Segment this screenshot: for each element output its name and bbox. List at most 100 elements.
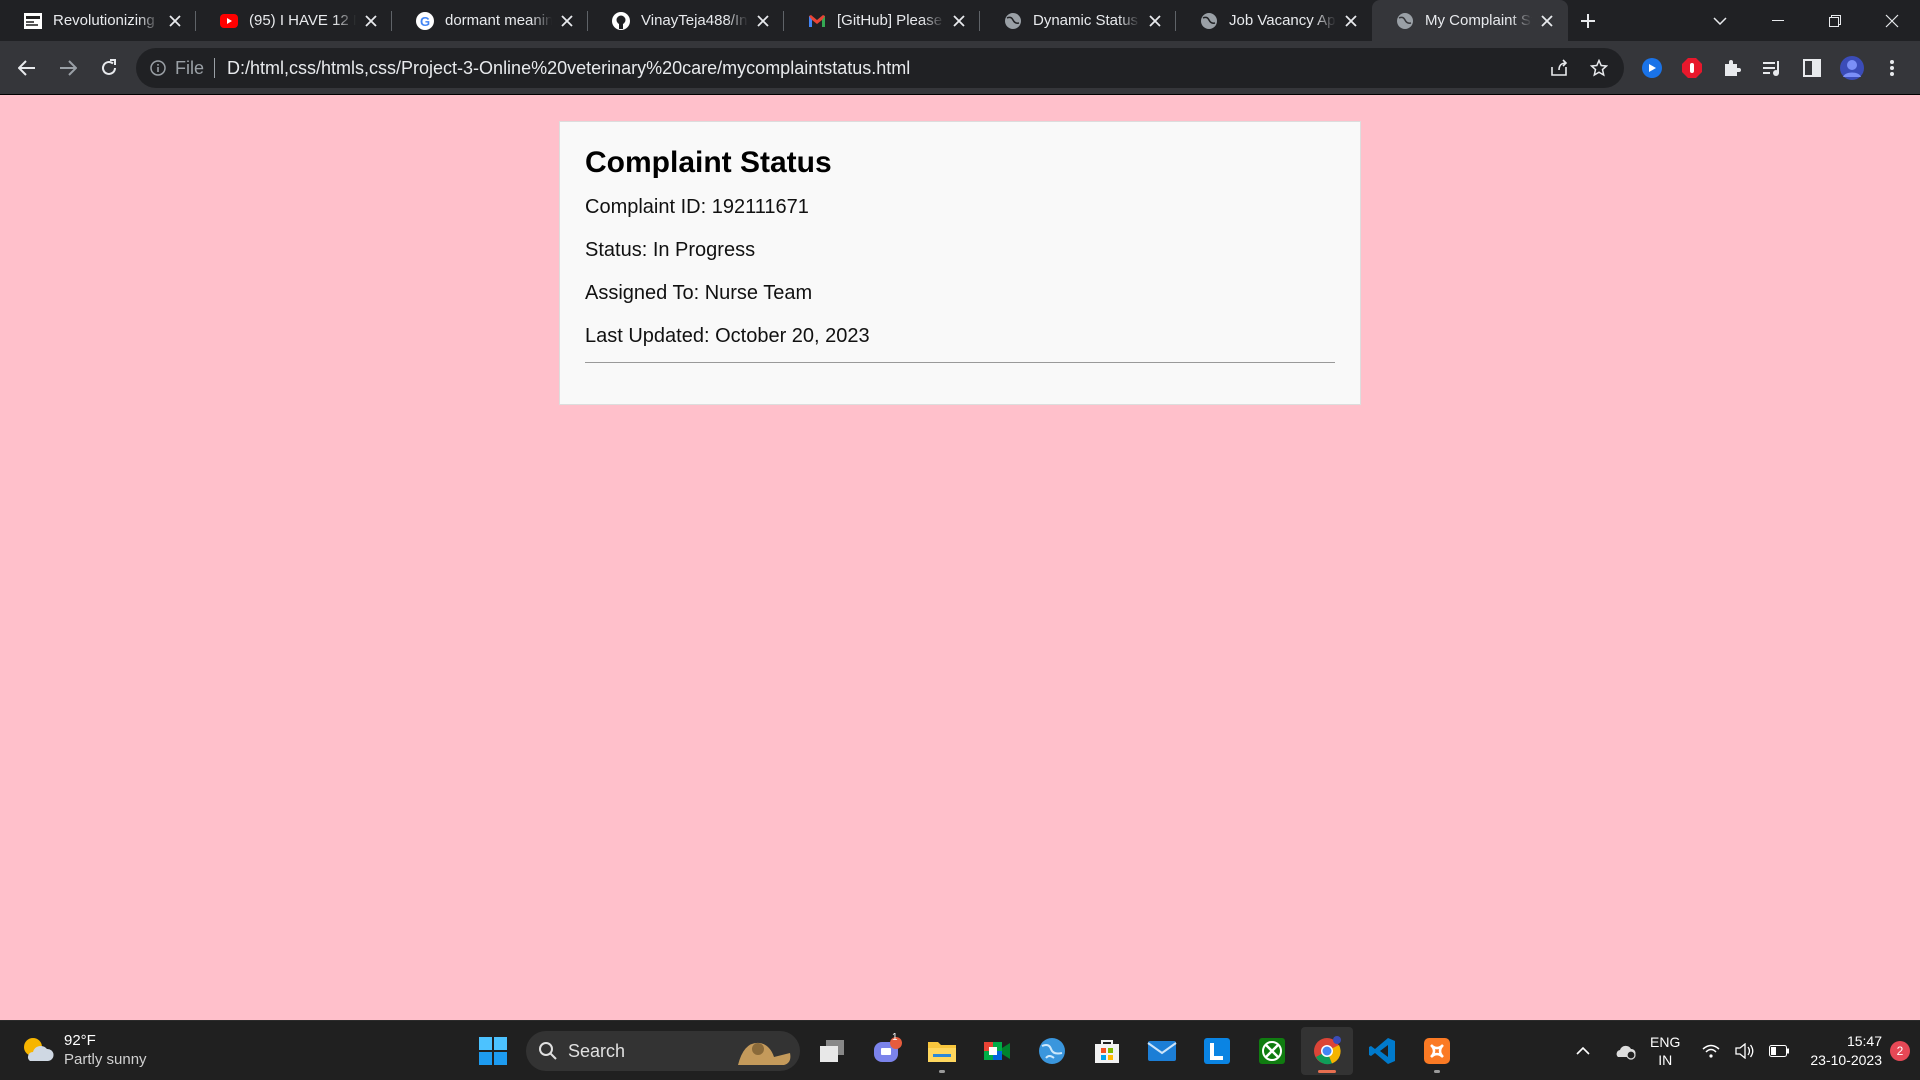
show-hidden-icons-button[interactable] xyxy=(1566,1031,1600,1071)
microsoft-store-button[interactable] xyxy=(1081,1027,1133,1075)
volume-button[interactable] xyxy=(1728,1031,1762,1071)
tab-strip: Revolutionizing t (95) I HAVE 12 M G dor… xyxy=(0,0,1920,41)
vscode-button[interactable] xyxy=(1356,1027,1408,1075)
divider xyxy=(585,362,1335,363)
close-icon[interactable] xyxy=(950,12,968,30)
side-panel-button[interactable] xyxy=(1792,48,1832,88)
close-icon[interactable] xyxy=(1146,12,1164,30)
browser-globe-button[interactable] xyxy=(1026,1027,1078,1075)
reload-button[interactable] xyxy=(89,48,129,88)
site-info-chip[interactable]: File xyxy=(150,58,204,79)
taskbar-search[interactable]: Search xyxy=(526,1031,800,1071)
url-text[interactable]: D:/html,css/htmls,css/Project-3-Online%2… xyxy=(227,58,910,79)
media-controls-button[interactable] xyxy=(1752,48,1792,88)
tab-gmail[interactable]: [GitHub] Please v xyxy=(784,0,980,41)
bookmark-button[interactable] xyxy=(1582,51,1616,85)
restore-icon xyxy=(1828,14,1841,27)
youtube-icon xyxy=(220,12,238,30)
notification-badge: 1 xyxy=(892,1032,898,1043)
start-button[interactable] xyxy=(467,1027,519,1075)
tab-revolutionizing[interactable]: Revolutionizing t xyxy=(0,0,196,41)
close-window-button[interactable] xyxy=(1863,0,1920,41)
share-icon xyxy=(1551,59,1568,76)
close-icon[interactable] xyxy=(1538,12,1556,30)
tab-title: (95) I HAVE 12 M xyxy=(249,12,356,29)
mail-button[interactable] xyxy=(1136,1027,1188,1075)
running-indicator xyxy=(939,1070,945,1073)
network-button[interactable] xyxy=(1694,1031,1728,1071)
close-icon[interactable] xyxy=(362,12,380,30)
news-icon xyxy=(24,12,42,30)
minimize-button[interactable] xyxy=(1749,0,1806,41)
tab-title: Revolutionizing t xyxy=(53,12,160,29)
file-explorer-button[interactable] xyxy=(916,1027,968,1075)
close-icon[interactable] xyxy=(558,12,576,30)
forward-button[interactable] xyxy=(48,48,88,88)
teams-chat-button[interactable]: 1 xyxy=(861,1027,913,1075)
address-bar[interactable]: File D:/html,css/htmls,css/Project-3-Onl… xyxy=(136,48,1624,88)
lang-region: IN xyxy=(1658,1052,1673,1068)
chevron-down-icon xyxy=(1713,16,1727,25)
onedrive-button[interactable] xyxy=(1608,1031,1642,1071)
kebab-menu-icon xyxy=(1890,60,1894,76)
share-button[interactable] xyxy=(1542,51,1576,85)
restore-button[interactable] xyxy=(1806,0,1863,41)
app-l-icon xyxy=(1204,1038,1230,1064)
arrow-right-icon xyxy=(60,59,77,76)
close-icon[interactable] xyxy=(166,12,184,30)
puzzle-icon xyxy=(1725,60,1741,76)
task-view-button[interactable] xyxy=(806,1027,858,1075)
tab-search-button[interactable] xyxy=(1700,0,1740,41)
tab-title: VinayTeja488/Int xyxy=(641,12,748,29)
tab-title: My Complaint St xyxy=(1425,12,1532,29)
close-icon[interactable] xyxy=(754,12,772,30)
chrome-menu-button[interactable] xyxy=(1872,48,1912,88)
input-language[interactable]: ENG IN xyxy=(1650,1033,1680,1069)
svg-text:G: G xyxy=(420,14,430,29)
clock-time: 15:47 xyxy=(1846,1033,1882,1049)
task-view-icon xyxy=(820,1040,844,1062)
weather-widget[interactable]: 92°F Partly sunny xyxy=(20,1031,147,1069)
address-divider xyxy=(214,58,216,78)
taskbar-apps: Search 1 xyxy=(467,1027,1466,1075)
back-button[interactable] xyxy=(7,48,47,88)
github-icon xyxy=(612,11,630,30)
battery-button[interactable] xyxy=(1762,1031,1796,1071)
weather-temp: 92°F xyxy=(64,1032,96,1049)
side-panel-icon xyxy=(1803,59,1821,77)
complaint-id: Complaint ID: 192111671 xyxy=(585,196,809,218)
wifi-icon xyxy=(1702,1044,1720,1058)
xbox-button[interactable] xyxy=(1246,1027,1298,1075)
tab-dynamic-status[interactable]: Dynamic Status U xyxy=(980,0,1176,41)
xampp-button[interactable] xyxy=(1411,1027,1463,1075)
extension-button[interactable] xyxy=(1672,48,1712,88)
tab-title: Job Vacancy App xyxy=(1229,12,1336,29)
tab-google[interactable]: G dormant meanin xyxy=(392,0,588,41)
tab-youtube[interactable]: (95) I HAVE 12 M xyxy=(196,0,392,41)
xbox-icon xyxy=(1259,1038,1285,1064)
clock[interactable]: 15:47 23-10-2023 xyxy=(1810,1032,1882,1070)
tab-my-complaint-status[interactable]: My Complaint St xyxy=(1372,0,1568,41)
weather-text: 92°F Partly sunny xyxy=(64,1031,147,1069)
extension-button[interactable] xyxy=(1632,48,1672,88)
app-l-button[interactable] xyxy=(1191,1027,1243,1075)
google-icon: G xyxy=(416,11,434,30)
new-tab-button[interactable] xyxy=(1568,0,1608,41)
profile-button[interactable] xyxy=(1832,48,1872,88)
cloud-sync-icon xyxy=(1616,1045,1636,1060)
extensions-area xyxy=(1632,48,1912,88)
notification-badge[interactable]: 2 xyxy=(1890,1041,1910,1061)
chrome-button[interactable] xyxy=(1301,1027,1353,1075)
gmail-icon xyxy=(808,12,826,30)
tab-github[interactable]: VinayTeja488/Int xyxy=(588,0,784,41)
tab-title: [GitHub] Please v xyxy=(837,12,944,29)
chrome-icon xyxy=(1314,1036,1341,1065)
globe-icon xyxy=(1396,12,1414,30)
partly-sunny-icon xyxy=(24,1038,54,1061)
avatar xyxy=(1840,56,1864,80)
extensions-menu-button[interactable] xyxy=(1712,48,1752,88)
close-icon[interactable] xyxy=(1342,12,1360,30)
google-meet-button[interactable] xyxy=(971,1027,1023,1075)
tab-job-vacancy[interactable]: Job Vacancy App xyxy=(1176,0,1372,41)
tab-title: dormant meanin xyxy=(445,12,552,29)
